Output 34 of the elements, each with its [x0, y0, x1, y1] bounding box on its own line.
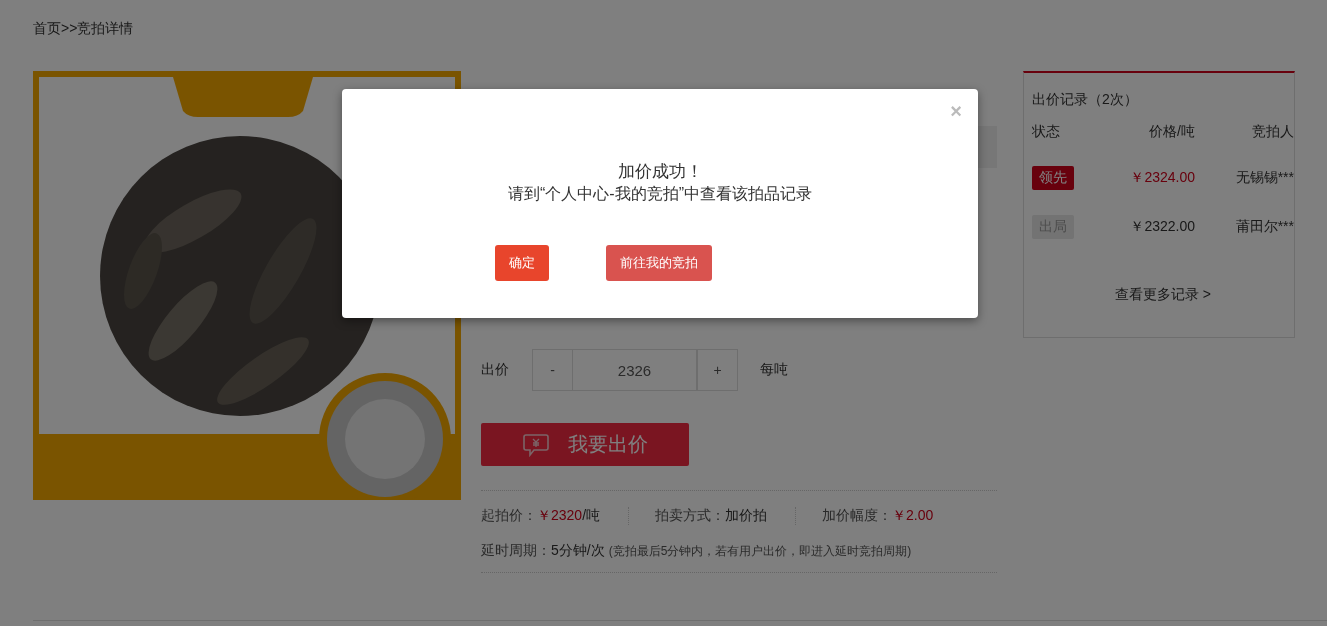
- info-label: 起拍价：: [481, 507, 537, 525]
- dialog-title: 加价成功！: [616, 161, 704, 183]
- info-unit: /吨: [582, 507, 601, 525]
- price-bubble-icon: [522, 432, 550, 457]
- dialog-message: 请到“个人中心-我的竞拍”中查看该拍品记录: [507, 184, 813, 204]
- bidder-name: 无锡锡***: [1234, 169, 1294, 187]
- info-value: ￥2320: [537, 507, 583, 525]
- column-header: 状态: [1032, 123, 1061, 141]
- info-label: 拍卖方式：: [655, 507, 726, 525]
- column-header: 竞拍人: [1251, 123, 1294, 141]
- info-value: 加价拍: [725, 507, 768, 525]
- unit-label: 每吨: [760, 361, 788, 379]
- bid-price: ￥2322.00: [1129, 218, 1195, 236]
- bid-button[interactable]: 我要出价: [481, 423, 689, 466]
- records-title: 出价记录（2次）: [1032, 91, 1139, 109]
- column-header: 价格/吨: [1148, 123, 1195, 141]
- info-label: 加价幅度：: [822, 507, 893, 525]
- my-bids-button[interactable]: 前往我的竞拍: [605, 245, 712, 281]
- delay-value: 5分钟/次: [551, 542, 605, 560]
- delay-label: 延时周期：: [481, 542, 551, 560]
- bid-input[interactable]: 2326: [573, 349, 697, 391]
- delay-note: (竞拍最后5分钟内，若有用户出价，即进入延时竞拍周期): [608, 543, 912, 560]
- confirm-button[interactable]: 确定: [494, 245, 549, 281]
- bid-price: ￥2324.00: [1129, 169, 1195, 187]
- bid-label: 出价: [481, 361, 510, 379]
- info-value: ￥2.00: [892, 507, 934, 525]
- status-tag: 领先: [1032, 166, 1074, 190]
- more-records-link[interactable]: 查看更多记录 >: [1114, 286, 1212, 302]
- breadcrumb-link[interactable]: 首页: [33, 20, 61, 40]
- breadcrumb-separator: >>: [61, 20, 78, 38]
- increment-button[interactable]: +: [697, 349, 738, 391]
- breadcrumb-link[interactable]: 竞拍详情: [77, 20, 134, 40]
- decrement-button[interactable]: -: [532, 349, 573, 391]
- bidder-name: 莆田尔***: [1234, 218, 1294, 236]
